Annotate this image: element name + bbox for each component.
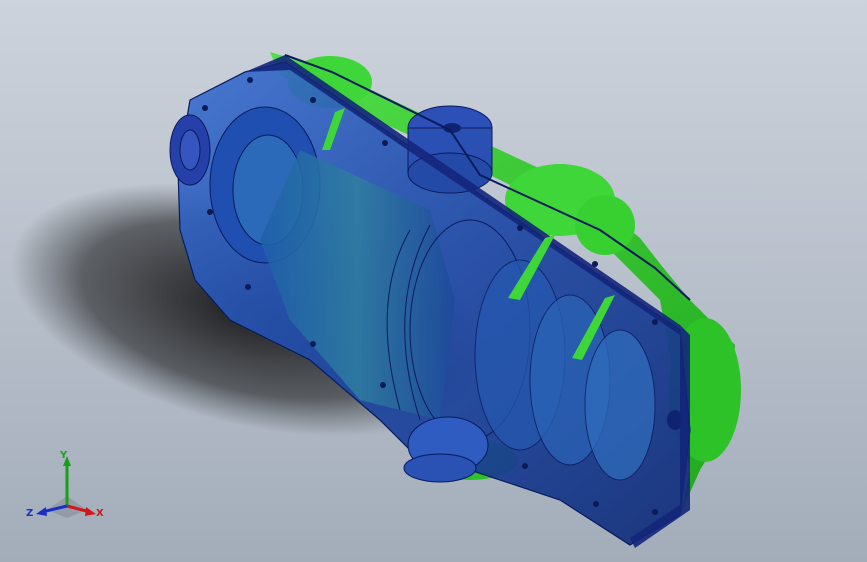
x-axis-arrow [85, 507, 96, 516]
z-axis-arrow [36, 507, 47, 516]
axis-triad: Y X Z [26, 450, 104, 519]
y-axis-label: Y [59, 450, 68, 461]
model-view[interactable] [0, 0, 867, 562]
housing-body[interactable] [169, 61, 691, 546]
z-axis-label: Z [26, 508, 33, 519]
x-axis-label: X [96, 508, 104, 519]
graphics-viewport[interactable]: Y X Z [0, 0, 867, 562]
